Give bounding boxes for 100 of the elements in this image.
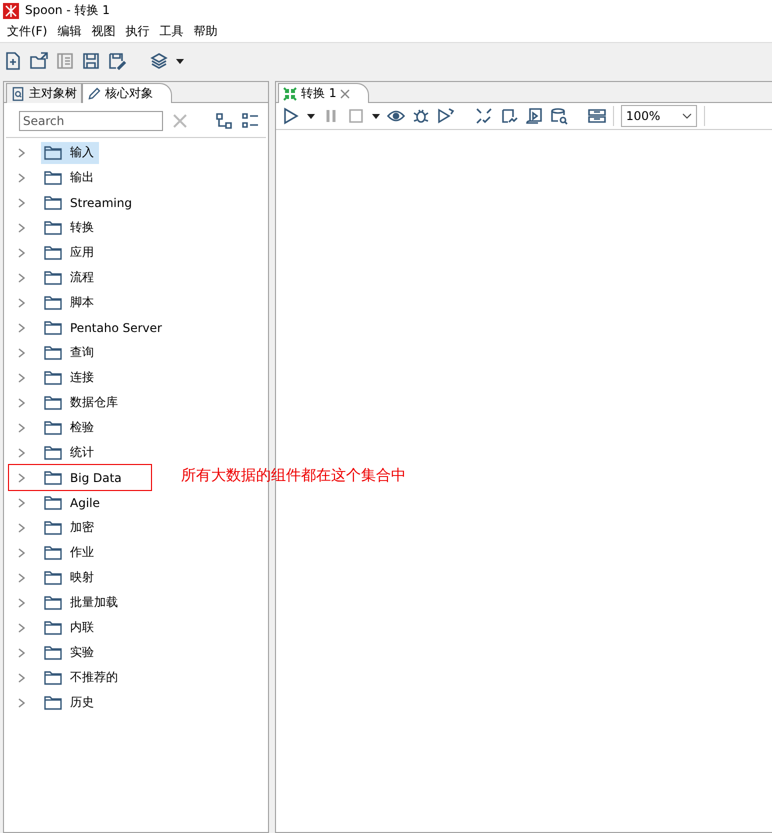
tree-item[interactable]: 转换 (41, 216, 99, 238)
folder-icon (44, 346, 62, 360)
chevron-icon[interactable] (18, 298, 26, 308)
expand-list-icon[interactable] (241, 112, 259, 130)
layers-icon[interactable] (150, 52, 168, 70)
search-document-icon[interactable] (11, 84, 25, 102)
tree-item[interactable]: Pentaho Server (41, 316, 167, 338)
chevron-icon[interactable] (18, 422, 26, 432)
menu-item[interactable]: 执行 (120, 23, 154, 40)
tree-item[interactable]: 数据仓库 (41, 392, 123, 414)
folder-icon (44, 320, 62, 334)
chevron-icon[interactable] (18, 398, 26, 408)
menu-item[interactable]: 文件(F) (2, 23, 52, 40)
tree-item[interactable]: 批量加载 (41, 592, 123, 614)
close-icon[interactable] (340, 88, 350, 98)
database-search-icon[interactable] (550, 107, 568, 125)
tree-item[interactable]: 应用 (41, 242, 99, 264)
chevron-icon[interactable] (18, 498, 26, 508)
tree-item[interactable]: 不推荐的 (41, 666, 123, 688)
explore-icon[interactable] (56, 52, 74, 70)
folder-icon (44, 696, 62, 710)
caret-icon[interactable] (307, 114, 315, 118)
panel-tab[interactable]: 核心对象 (82, 83, 172, 103)
folder-icon (44, 296, 62, 310)
collapse-tree-icon[interactable] (215, 112, 233, 130)
script-icon[interactable] (525, 107, 543, 125)
chevron-icon[interactable] (18, 248, 26, 258)
tree-item[interactable]: 历史 (41, 692, 99, 714)
tree-item[interactable]: Streaming (41, 192, 137, 214)
chevron-icon[interactable] (18, 522, 26, 532)
tree-item[interactable]: 输出 (41, 166, 99, 188)
tree-item[interactable]: 实验 (41, 642, 99, 664)
chevron-icon[interactable] (18, 172, 26, 182)
chevron-icon[interactable] (18, 548, 26, 558)
tree-item[interactable]: 查询 (41, 342, 99, 364)
tree-item-label: 查询 (70, 344, 94, 361)
clear-icon[interactable] (171, 112, 189, 130)
caret-icon[interactable] (176, 58, 184, 64)
folder-icon (44, 196, 62, 210)
chevron-icon[interactable] (18, 272, 26, 282)
tree-item[interactable]: Big Data (41, 466, 127, 488)
chevron-down-icon (682, 113, 692, 119)
chevron-icon[interactable] (18, 198, 26, 208)
save-as-icon[interactable] (108, 52, 126, 70)
chevron-icon[interactable] (18, 148, 26, 158)
search-field[interactable]: Search (19, 111, 163, 131)
menu-item[interactable]: 视图 (86, 23, 120, 40)
chevron-icon[interactable] (18, 222, 26, 232)
grid-icon[interactable] (588, 107, 606, 125)
menu-item[interactable]: 编辑 (52, 23, 86, 40)
tree-item-label: 统计 (70, 444, 94, 461)
chevron-icon[interactable] (18, 698, 26, 708)
tree-item-label: 应用 (70, 244, 94, 261)
tree-item-label: 数据仓库 (70, 394, 118, 411)
folder-icon (44, 596, 62, 610)
tree-item[interactable]: 连接 (41, 366, 99, 388)
tree-item-label: 实验 (70, 644, 94, 661)
zoom-dropdown[interactable]: 100% (621, 105, 697, 127)
new-file-icon[interactable] (4, 52, 22, 70)
tree-item[interactable]: 输入 (41, 142, 99, 164)
menu-item[interactable]: 工具 (154, 23, 188, 40)
editor-tab[interactable]: 转换 1 (278, 83, 370, 103)
stop-icon[interactable] (347, 107, 365, 125)
chevron-icon[interactable] (18, 622, 26, 632)
stop-caret-icon[interactable] (372, 114, 380, 118)
chevron-icon[interactable] (18, 472, 26, 482)
bug-icon[interactable] (412, 107, 430, 125)
chevron-icon[interactable] (18, 672, 26, 682)
tree-item[interactable]: 内联 (41, 616, 99, 638)
tree-item[interactable]: 检验 (41, 416, 99, 438)
chevron-icon[interactable] (18, 448, 26, 458)
chevron-icon[interactable] (18, 598, 26, 608)
chevron-icon[interactable] (18, 322, 26, 332)
analyze-icon[interactable] (500, 107, 518, 125)
tree-item[interactable]: 流程 (41, 266, 99, 288)
tree-item[interactable]: Agile (41, 492, 105, 514)
chevron-icon[interactable] (18, 348, 26, 358)
open-folder-icon[interactable] (30, 52, 48, 70)
tree-item[interactable]: 映射 (41, 566, 99, 588)
run-icon[interactable] (282, 107, 300, 125)
panel-tab[interactable]: 主对象树 (6, 83, 82, 103)
folder-icon (44, 620, 62, 634)
verify-icon[interactable] (475, 107, 493, 125)
chevron-icon[interactable] (18, 372, 26, 382)
tree-item[interactable]: 作业 (41, 542, 99, 564)
save-icon[interactable] (82, 52, 100, 70)
chevron-icon[interactable] (18, 572, 26, 582)
folder-icon (44, 370, 62, 384)
tree-item[interactable]: 加密 (41, 516, 99, 538)
tree-item-label: Agile (70, 496, 100, 510)
folder-icon (44, 270, 62, 284)
tree-item-label: Big Data (70, 470, 122, 484)
replay-icon[interactable] (437, 107, 455, 125)
tree-item[interactable]: 脚本 (41, 292, 99, 314)
tree-item[interactable]: 统计 (41, 442, 99, 464)
chevron-icon[interactable] (18, 648, 26, 658)
tree-item-label: Pentaho Server (70, 320, 162, 334)
menu-item[interactable]: 帮助 (188, 23, 222, 40)
tree-item-label: 脚本 (70, 294, 94, 311)
folder-icon (44, 396, 62, 410)
